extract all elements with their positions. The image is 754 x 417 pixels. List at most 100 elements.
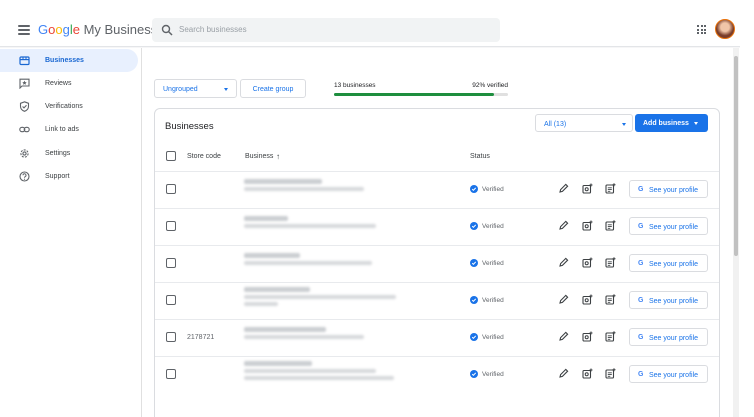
row-checkbox[interactable] [166, 258, 176, 268]
verified-check-icon [470, 370, 478, 378]
business-name-redacted[interactable] [244, 302, 278, 306]
row-checkbox[interactable] [166, 295, 176, 305]
status-label: Verified [482, 260, 504, 267]
add-post-icon[interactable] [605, 368, 616, 379]
table-row[interactable]: Verified G See your profile [155, 356, 719, 393]
table-row[interactable]: Verified G See your profile [155, 245, 719, 282]
sidebar-item-verifications[interactable]: Verifications [0, 95, 138, 118]
status-label: Verified [482, 186, 504, 193]
card-title: Businesses [165, 121, 214, 132]
add-post-icon[interactable] [605, 220, 616, 231]
business-name-redacted[interactable] [244, 327, 326, 332]
business-name-redacted[interactable] [244, 294, 396, 299]
storefront-icon [19, 56, 30, 66]
column-header-status[interactable]: Status [470, 152, 490, 161]
menu-icon[interactable] [18, 25, 30, 35]
see-profile-button[interactable]: G See your profile [629, 254, 708, 272]
verified-check-icon [470, 296, 478, 304]
sidebar-item-settings[interactable]: Settings [0, 142, 138, 165]
row-checkbox[interactable] [166, 332, 176, 342]
edit-pencil-icon[interactable] [558, 220, 569, 231]
column-header-business[interactable]: Business [245, 152, 273, 161]
see-profile-button[interactable]: G See your profile [629, 291, 708, 309]
filter-label: All (13) [544, 120, 567, 128]
add-post-icon[interactable] [605, 257, 616, 268]
row-checkbox[interactable] [166, 184, 176, 194]
verified-check-icon [470, 333, 478, 341]
sort-ascending-icon[interactable]: ↑ [276, 152, 280, 161]
add-post-icon[interactable] [605, 294, 616, 305]
apps-grid-icon[interactable] [697, 25, 706, 34]
business-name-redacted[interactable] [244, 260, 372, 265]
business-name-redacted[interactable] [244, 223, 376, 228]
gear-icon [20, 149, 29, 158]
table-row[interactable]: Verified G See your profile [155, 208, 719, 245]
business-name-redacted[interactable] [244, 179, 322, 184]
row-checkbox[interactable] [166, 221, 176, 231]
see-profile-label: See your profile [649, 260, 699, 268]
business-name-redacted[interactable] [244, 334, 364, 339]
select-all-checkbox[interactable] [166, 151, 176, 161]
business-name-redacted[interactable] [244, 253, 300, 258]
sidebar-item-link-to-ads[interactable]: Link to ads [0, 118, 138, 141]
sidebar: Businesses Reviews Verifications Link to… [0, 48, 142, 417]
business-name-redacted[interactable] [244, 216, 288, 221]
group-select[interactable]: Ungrouped [154, 79, 237, 98]
sidebar-item-support[interactable]: Support [0, 165, 138, 188]
column-header-store-code[interactable]: Store code [187, 152, 221, 161]
app-logo[interactable]: Google My Business [38, 22, 157, 38]
chevron-down-icon [694, 122, 698, 125]
add-business-label: Add business [643, 119, 689, 127]
table-row[interactable]: Verified G See your profile [155, 282, 719, 319]
scrollbar-thumb[interactable] [734, 56, 738, 256]
sidebar-item-label: Businesses [45, 57, 84, 64]
page-scrollbar[interactable] [733, 48, 739, 417]
see-profile-button[interactable]: G See your profile [629, 365, 708, 383]
google-g-icon: G [638, 297, 644, 304]
see-profile-button[interactable]: G See your profile [629, 180, 708, 198]
business-name-redacted[interactable] [244, 287, 310, 292]
add-business-button[interactable]: Add business [635, 114, 708, 132]
add-post-icon[interactable] [605, 331, 616, 342]
shield-check-icon [19, 101, 30, 112]
search-input[interactable]: Search businesses [152, 18, 500, 42]
edit-pencil-icon[interactable] [558, 331, 569, 342]
add-post-icon[interactable] [605, 183, 616, 194]
add-photo-icon[interactable] [582, 294, 593, 305]
sidebar-item-label: Verifications [45, 103, 83, 110]
verified-percent: 92% verified [472, 82, 508, 89]
progress-track [334, 93, 508, 96]
edit-pencil-icon[interactable] [558, 183, 569, 194]
create-group-label: Create group [252, 86, 294, 93]
add-photo-icon[interactable] [582, 183, 593, 194]
see-profile-button[interactable]: G See your profile [629, 328, 708, 346]
sidebar-item-reviews[interactable]: Reviews [0, 72, 138, 95]
verified-check-icon [470, 222, 478, 230]
add-photo-icon[interactable] [582, 368, 593, 379]
status-label: Verified [482, 297, 504, 304]
verified-check-icon [470, 259, 478, 267]
google-g-icon: G [638, 260, 644, 267]
see-profile-button[interactable]: G See your profile [629, 217, 708, 235]
business-name-redacted[interactable] [244, 376, 394, 380]
sidebar-item-label: Support [45, 173, 70, 180]
table-row[interactable]: Verified G See your profile [155, 171, 719, 208]
account-avatar[interactable] [715, 19, 735, 39]
add-photo-icon[interactable] [582, 257, 593, 268]
add-photo-icon[interactable] [582, 220, 593, 231]
business-name-redacted[interactable] [244, 368, 376, 373]
business-name-redacted[interactable] [244, 361, 312, 366]
sidebar-item-businesses[interactable]: Businesses [0, 49, 138, 72]
edit-pencil-icon[interactable] [558, 368, 569, 379]
create-group-button[interactable]: Create group [240, 79, 306, 98]
help-icon [19, 171, 30, 182]
edit-pencil-icon[interactable] [558, 257, 569, 268]
business-name-redacted[interactable] [244, 186, 364, 191]
table-row[interactable]: 2178721 Verified G See your profile [155, 319, 719, 356]
row-checkbox[interactable] [166, 369, 176, 379]
edit-pencil-icon[interactable] [558, 294, 569, 305]
google-g-icon: G [638, 371, 644, 378]
add-photo-icon[interactable] [582, 331, 593, 342]
filter-select[interactable]: All (13) [535, 114, 633, 132]
sidebar-item-label: Settings [45, 150, 71, 157]
